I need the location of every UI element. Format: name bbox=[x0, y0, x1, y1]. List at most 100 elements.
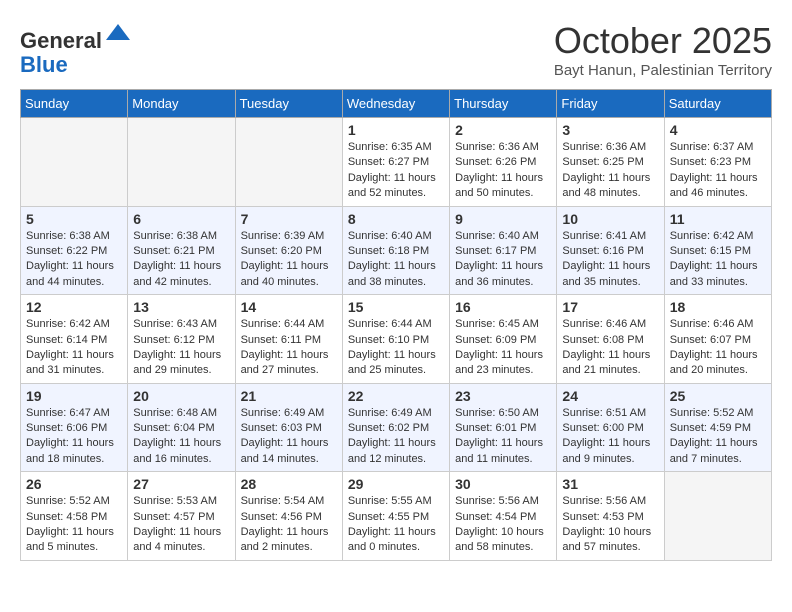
calendar-cell: 29 Sunrise: 5:55 AM Sunset: 4:55 PM Dayli… bbox=[342, 472, 449, 561]
day-info: Sunrise: 5:52 AM Sunset: 4:59 PM Dayligh… bbox=[670, 406, 766, 468]
day-info: Sunrise: 5:53 AM Sunset: 4:57 PM Dayligh… bbox=[133, 494, 229, 556]
page-header: General Blue October 2025 Bayt Hanun, Pa… bbox=[20, 20, 772, 79]
calendar-cell: 16Sunrise: 6:45 AM Sunset: 6:09 PM Dayli… bbox=[450, 295, 557, 384]
header-row: SundayMondayTuesdayWednesdayThursdayFrid… bbox=[21, 90, 772, 118]
day-info: Sunrise: 6:45 AM Sunset: 6:09 PM Dayligh… bbox=[455, 317, 551, 379]
day-number: 9 bbox=[455, 211, 551, 227]
day-number: 27 bbox=[133, 476, 229, 492]
day-number: 3 bbox=[562, 122, 658, 138]
day-number: 21 bbox=[241, 388, 337, 404]
day-number: 19 bbox=[26, 388, 122, 404]
calendar-cell: 9 Sunrise: 6:40 AM Sunset: 6:17 PM Daylig… bbox=[450, 206, 557, 295]
day-number: 22 bbox=[348, 388, 444, 404]
calendar-cell: 23 Sunrise: 6:50 AM Sunset: 6:01 PM Dayli… bbox=[450, 383, 557, 472]
day-info: Sunrise: 6:38 AM Sunset: 6:21 PM Dayligh… bbox=[133, 229, 229, 291]
calendar-cell: 10 Sunrise: 6:41 AM Sunset: 6:16 PM Dayli… bbox=[557, 206, 664, 295]
day-number: 23 bbox=[455, 388, 551, 404]
calendar-cell: 8 Sunrise: 6:40 AM Sunset: 6:18 PM Daylig… bbox=[342, 206, 449, 295]
calendar-cell: 18 Sunrise: 6:46 AM Sunset: 6:07 PM Dayli… bbox=[664, 295, 771, 384]
calendar-cell bbox=[128, 118, 235, 207]
day-number: 5 bbox=[26, 211, 122, 227]
day-header-thursday: Thursday bbox=[450, 90, 557, 118]
week-row-1: 1 Sunrise: 6:35 AM Sunset: 6:27 PM Daylig… bbox=[21, 118, 772, 207]
day-info: Sunrise: 6:48 AM Sunset: 6:04 PM Dayligh… bbox=[133, 406, 229, 468]
day-info: Sunrise: 6:51 AM Sunset: 6:00 PM Dayligh… bbox=[562, 406, 658, 468]
day-info: Sunrise: 6:44 AM Sunset: 6:11 PM Dayligh… bbox=[241, 317, 337, 379]
day-info: Sunrise: 6:39 AM Sunset: 6:20 PM Dayligh… bbox=[241, 229, 337, 291]
calendar-cell: 26Sunrise: 5:52 AM Sunset: 4:58 PM Dayli… bbox=[21, 472, 128, 561]
calendar-cell: 6 Sunrise: 6:38 AM Sunset: 6:21 PM Daylig… bbox=[128, 206, 235, 295]
day-number: 7 bbox=[241, 211, 337, 227]
day-header-sunday: Sunday bbox=[21, 90, 128, 118]
calendar-cell: 7 Sunrise: 6:39 AM Sunset: 6:20 PM Daylig… bbox=[235, 206, 342, 295]
day-info: Sunrise: 6:46 AM Sunset: 6:08 PM Dayligh… bbox=[562, 317, 658, 379]
day-number: 28 bbox=[241, 476, 337, 492]
calendar-cell: 1 Sunrise: 6:35 AM Sunset: 6:27 PM Daylig… bbox=[342, 118, 449, 207]
day-number: 4 bbox=[670, 122, 766, 138]
day-info: Sunrise: 6:49 AM Sunset: 6:02 PM Dayligh… bbox=[348, 406, 444, 468]
week-row-4: 19 Sunrise: 6:47 AM Sunset: 6:06 PM Dayli… bbox=[21, 383, 772, 472]
calendar-cell bbox=[235, 118, 342, 207]
day-info: Sunrise: 5:55 AM Sunset: 4:55 PM Dayligh… bbox=[348, 494, 444, 556]
calendar-cell: 4 Sunrise: 6:37 AM Sunset: 6:23 PM Daylig… bbox=[664, 118, 771, 207]
calendar-cell: 25 Sunrise: 5:52 AM Sunset: 4:59 PM Dayli… bbox=[664, 383, 771, 472]
calendar-cell: 27 Sunrise: 5:53 AM Sunset: 4:57 PM Dayli… bbox=[128, 472, 235, 561]
day-number: 1 bbox=[348, 122, 444, 138]
day-number: 20 bbox=[133, 388, 229, 404]
calendar-cell: 19 Sunrise: 6:47 AM Sunset: 6:06 PM Dayli… bbox=[21, 383, 128, 472]
day-info: Sunrise: 6:47 AM Sunset: 6:06 PM Dayligh… bbox=[26, 406, 122, 468]
day-info: Sunrise: 6:50 AM Sunset: 6:01 PM Dayligh… bbox=[455, 406, 551, 468]
day-number: 11 bbox=[670, 211, 766, 227]
day-number: 24 bbox=[562, 388, 658, 404]
title-block: October 2025 Bayt Hanun, Palestinian Ter… bbox=[554, 20, 772, 79]
week-row-5: 26Sunrise: 5:52 AM Sunset: 4:58 PM Dayli… bbox=[21, 472, 772, 561]
month-title: October 2025 bbox=[554, 20, 772, 62]
day-info: Sunrise: 6:36 AM Sunset: 6:26 PM Dayligh… bbox=[455, 140, 551, 202]
day-number: 18 bbox=[670, 299, 766, 315]
logo-icon bbox=[104, 20, 132, 48]
day-header-wednesday: Wednesday bbox=[342, 90, 449, 118]
calendar-table: SundayMondayTuesdayWednesdayThursdayFrid… bbox=[20, 89, 772, 561]
calendar-cell: 31 Sunrise: 5:56 AM Sunset: 4:53 PM Dayli… bbox=[557, 472, 664, 561]
calendar-cell: 2Sunrise: 6:36 AM Sunset: 6:26 PM Daylig… bbox=[450, 118, 557, 207]
day-info: Sunrise: 5:56 AM Sunset: 4:53 PM Dayligh… bbox=[562, 494, 658, 556]
calendar-cell: 22 Sunrise: 6:49 AM Sunset: 6:02 PM Dayli… bbox=[342, 383, 449, 472]
day-number: 30 bbox=[455, 476, 551, 492]
calendar-cell: 21 Sunrise: 6:49 AM Sunset: 6:03 PM Dayli… bbox=[235, 383, 342, 472]
calendar-cell: 11Sunrise: 6:42 AM Sunset: 6:15 PM Dayli… bbox=[664, 206, 771, 295]
day-info: Sunrise: 6:49 AM Sunset: 6:03 PM Dayligh… bbox=[241, 406, 337, 468]
day-header-tuesday: Tuesday bbox=[235, 90, 342, 118]
day-info: Sunrise: 6:42 AM Sunset: 6:14 PM Dayligh… bbox=[26, 317, 122, 379]
day-info: Sunrise: 6:46 AM Sunset: 6:07 PM Dayligh… bbox=[670, 317, 766, 379]
day-info: Sunrise: 6:37 AM Sunset: 6:23 PM Dayligh… bbox=[670, 140, 766, 202]
logo: General Blue bbox=[20, 20, 132, 77]
day-header-monday: Monday bbox=[128, 90, 235, 118]
logo-general-text: General bbox=[20, 28, 102, 53]
calendar-cell: 20 Sunrise: 6:48 AM Sunset: 6:04 PM Dayli… bbox=[128, 383, 235, 472]
week-row-3: 12Sunrise: 6:42 AM Sunset: 6:14 PM Dayli… bbox=[21, 295, 772, 384]
day-number: 6 bbox=[133, 211, 229, 227]
day-info: Sunrise: 6:36 AM Sunset: 6:25 PM Dayligh… bbox=[562, 140, 658, 202]
day-header-friday: Friday bbox=[557, 90, 664, 118]
day-number: 10 bbox=[562, 211, 658, 227]
calendar-cell: 17 Sunrise: 6:46 AM Sunset: 6:08 PM Dayli… bbox=[557, 295, 664, 384]
day-info: Sunrise: 6:40 AM Sunset: 6:18 PM Dayligh… bbox=[348, 229, 444, 291]
day-info: Sunrise: 6:40 AM Sunset: 6:17 PM Dayligh… bbox=[455, 229, 551, 291]
day-info: Sunrise: 6:35 AM Sunset: 6:27 PM Dayligh… bbox=[348, 140, 444, 202]
logo-blue-text: Blue bbox=[20, 52, 68, 77]
day-number: 29 bbox=[348, 476, 444, 492]
day-number: 8 bbox=[348, 211, 444, 227]
day-info: Sunrise: 6:38 AM Sunset: 6:22 PM Dayligh… bbox=[26, 229, 122, 291]
day-info: Sunrise: 6:43 AM Sunset: 6:12 PM Dayligh… bbox=[133, 317, 229, 379]
calendar-cell: 12Sunrise: 6:42 AM Sunset: 6:14 PM Dayli… bbox=[21, 295, 128, 384]
day-number: 31 bbox=[562, 476, 658, 492]
day-number: 14 bbox=[241, 299, 337, 315]
day-info: Sunrise: 6:41 AM Sunset: 6:16 PM Dayligh… bbox=[562, 229, 658, 291]
day-number: 13 bbox=[133, 299, 229, 315]
day-number: 25 bbox=[670, 388, 766, 404]
calendar-cell bbox=[664, 472, 771, 561]
day-number: 15 bbox=[348, 299, 444, 315]
day-info: Sunrise: 5:54 AM Sunset: 4:56 PM Dayligh… bbox=[241, 494, 337, 556]
day-number: 17 bbox=[562, 299, 658, 315]
calendar-cell: 24 Sunrise: 6:51 AM Sunset: 6:00 PM Dayli… bbox=[557, 383, 664, 472]
